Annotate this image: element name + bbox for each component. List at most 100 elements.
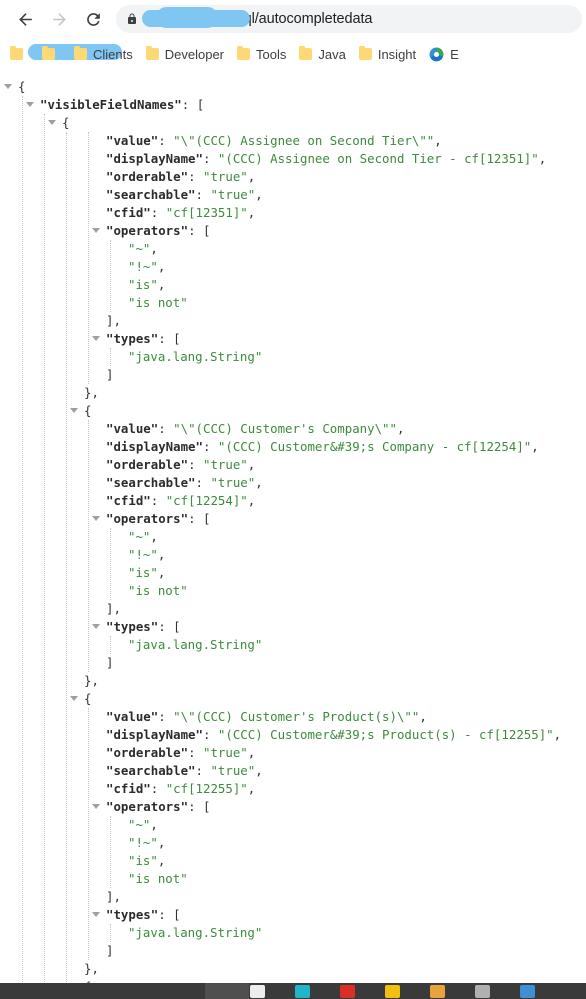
app-icon-teal[interactable] [295, 984, 310, 998]
browser-chrome: .com/rest/api/2/jql/autocompletedata Cli… [0, 0, 586, 70]
folder-icon [74, 45, 87, 60]
json-line: { [0, 114, 586, 132]
json-line-text: "types": [ [106, 619, 181, 634]
json-line-text: { [18, 79, 26, 94]
back-button[interactable] [8, 2, 42, 36]
json-line-text: ] [106, 367, 114, 382]
bookmark-item-redacted-2[interactable] [42, 41, 122, 67]
bookmark-item-developer[interactable]: Developer [145, 41, 225, 67]
folder-icon [358, 45, 372, 60]
collapse-triangle-icon[interactable] [70, 696, 78, 701]
collapse-triangle-icon[interactable] [92, 912, 100, 917]
bookmark-item-tools[interactable]: Tools [237, 41, 286, 67]
app-icon-orange[interactable] [430, 984, 445, 998]
app-icon-gray[interactable] [475, 984, 490, 998]
bookmark-label: Insight [377, 46, 417, 62]
json-viewer[interactable]: {"visibleFieldNames": [{"value": "\"(CCC… [0, 70, 586, 983]
indent-guide [44, 114, 45, 983]
json-line-text: "is", [128, 277, 166, 292]
collapse-triangle-icon[interactable] [92, 624, 100, 629]
collapse-triangle-icon[interactable] [26, 102, 34, 107]
folder-icon [145, 45, 159, 60]
bookmark-item-java[interactable]: Java [299, 41, 346, 67]
json-line-text: "operators": [ [106, 799, 211, 814]
collapse-triangle-icon[interactable] [48, 120, 56, 125]
indent-guide [110, 636, 111, 654]
collapse-triangle-icon[interactable] [92, 336, 100, 341]
app-icon-yellow-triangle[interactable] [385, 984, 400, 998]
app-icon-red[interactable] [340, 984, 355, 998]
json-line-text: { [62, 115, 70, 130]
indent-guide [22, 96, 23, 983]
json-line-text: "orderable": "true", [106, 745, 256, 760]
address-bar[interactable]: .com/rest/api/2/jql/autocompletedata [116, 5, 582, 33]
json-line-text: ], [106, 601, 121, 616]
json-line-text: "orderable": "true", [106, 169, 256, 184]
json-line-text: "displayName": "(CCC) Customer&#39;s Pro… [106, 727, 562, 742]
json-line: { [0, 78, 586, 96]
json-line-text: "is", [128, 565, 166, 580]
json-line-text: "is not" [128, 871, 188, 886]
bookmark-item-redacted-1[interactable] [10, 41, 94, 67]
json-line-text: "searchable": "true", [106, 475, 263, 490]
json-line-text: "is", [128, 853, 166, 868]
reload-icon [86, 12, 100, 26]
json-line-text: "value": "\"(CCC) Customer's Company\"", [106, 421, 405, 436]
app-icon-blue[interactable] [520, 984, 535, 998]
json-line-text: "cfid": "cf[12255]", [106, 781, 256, 796]
json-line-text: "is not" [128, 295, 188, 310]
json-line-text: "java.lang.String" [128, 637, 263, 652]
json-line-text: ] [106, 655, 114, 670]
bookmark-item-insight[interactable]: Insight [358, 41, 417, 67]
indent-guide [88, 132, 89, 384]
bookmark-item-e[interactable]: E [429, 41, 459, 67]
bookmark-label: Java [318, 46, 346, 62]
bookmark-item-clients[interactable]: Clients [74, 41, 133, 67]
indent-guide [110, 348, 111, 366]
indent-guide [110, 528, 111, 600]
json-line-text: "types": [ [106, 907, 181, 922]
json-line-text: "displayName": "(CCC) Customer&#39;s Com… [106, 439, 539, 454]
json-line-text: "is not" [128, 583, 188, 598]
lock-icon [126, 12, 138, 26]
folder-icon [299, 45, 313, 60]
collapse-triangle-icon[interactable] [4, 84, 12, 89]
json-line-text: "~", [128, 529, 158, 544]
json-line-text: }, [84, 673, 99, 688]
taskbar-active-highlight [205, 983, 249, 999]
json-line-text: "java.lang.String" [128, 349, 263, 364]
reload-button[interactable] [76, 2, 110, 36]
collapse-triangle-icon[interactable] [70, 408, 78, 413]
app-icon-white-sphere[interactable] [250, 984, 265, 998]
json-line-text: { [84, 403, 92, 418]
forward-button[interactable] [42, 2, 76, 36]
json-line-text: "value": "\"(CCC) Assignee on Second Tie… [106, 133, 442, 148]
back-arrow-icon [18, 12, 32, 26]
bookmark-label: Tools [256, 46, 287, 62]
json-line-text: ] [106, 943, 114, 958]
collapse-triangle-icon[interactable] [92, 804, 100, 809]
json-line: { [0, 402, 586, 420]
json-line-text: "java.lang.String" [128, 925, 263, 940]
json-line-text: "!~", [128, 259, 166, 274]
json-line-text: "~", [128, 817, 158, 832]
navigation-toolbar: .com/rest/api/2/jql/autocompletedata [0, 0, 586, 38]
json-line-text: "displayName": "(CCC) Assignee on Second… [106, 151, 547, 166]
json-line-text: "~", [128, 241, 158, 256]
bookmark-label: Developer [164, 46, 225, 62]
collapse-triangle-icon[interactable] [92, 228, 100, 233]
json-line-text: "cfid": "cf[12351]", [106, 205, 256, 220]
globe-icon [429, 47, 444, 62]
json-line-text: ], [106, 889, 121, 904]
folder-icon [237, 45, 251, 60]
indent-guide [66, 132, 67, 983]
os-taskbar[interactable] [0, 983, 586, 999]
json-line-text: "operators": [ [106, 511, 211, 526]
forward-arrow-icon [52, 12, 66, 26]
json-line-text: "searchable": "true", [106, 187, 263, 202]
url-redaction-overlay [142, 7, 250, 28]
json-line-text: }, [84, 385, 99, 400]
folder-icon [10, 45, 23, 60]
collapse-triangle-icon[interactable] [92, 516, 100, 521]
json-line-text: "operators": [ [106, 223, 211, 238]
